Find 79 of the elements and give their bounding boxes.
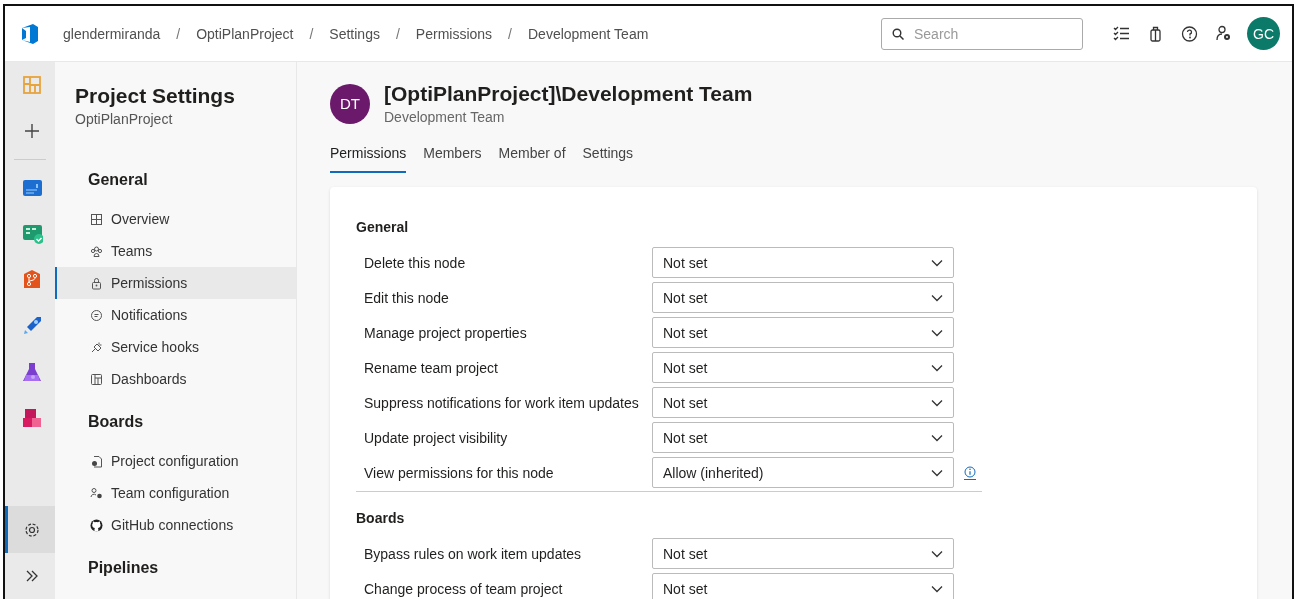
user-avatar[interactable]: GC [1247, 17, 1280, 50]
breadcrumb-link[interactable]: OptiPlanProject [196, 25, 294, 42]
permission-name: Suppress notifications for work item updates [363, 394, 640, 411]
checklist-icon [1111, 24, 1131, 43]
permission-dropdown[interactable]: Not set [652, 387, 954, 418]
chevron-down-icon [931, 398, 943, 407]
settings-button[interactable] [5, 506, 55, 553]
chevron-down-icon [931, 468, 943, 477]
info-icon [964, 465, 976, 478]
dashboard-icon [90, 372, 103, 386]
permission-name: Bypass rules on work item updates [363, 545, 583, 562]
breadcrumb-link[interactable]: Permissions [415, 25, 493, 42]
permission-dropdown[interactable]: Not set [652, 247, 954, 278]
chevron-down-icon [931, 258, 943, 267]
breadcrumb-separator: / [395, 25, 400, 42]
chat-icon [90, 308, 103, 322]
nav-item[interactable]: Notifications [55, 299, 296, 331]
permission-name: Change process of team project [363, 580, 564, 597]
nav-item[interactable]: Permissions [55, 267, 296, 299]
flask-icon [20, 360, 43, 383]
grid-icon [90, 212, 103, 226]
chevron-down-icon [931, 549, 943, 558]
permission-name: Edit this node [363, 289, 450, 306]
permission-dropdown[interactable]: Not set [652, 422, 954, 453]
permission-dropdown[interactable]: Not set [652, 317, 954, 348]
search-field[interactable]: Search [881, 17, 1083, 50]
boards-grid-icon [20, 74, 43, 97]
permission-dropdown[interactable]: Not set [652, 538, 954, 569]
user-settings-icon [1213, 24, 1233, 43]
group-subtitle: Development Team [384, 109, 506, 125]
permission-name: Manage project properties [363, 324, 528, 341]
section-heading: General [87, 171, 149, 189]
breadcrumb-separator: / [309, 25, 314, 42]
nav-item[interactable]: GitHub connections [55, 509, 296, 541]
nav-item[interactable]: Teams [55, 235, 296, 267]
tab[interactable]: Members [423, 145, 482, 173]
permission-dropdown[interactable]: Allow (inherited) [652, 457, 954, 488]
section-heading: Boards [356, 510, 406, 526]
section-heading: General [356, 219, 410, 235]
breadcrumb-link[interactable]: glendermiranda [63, 25, 161, 42]
github-icon [90, 518, 103, 532]
lock-icon [90, 276, 103, 290]
tab[interactable]: Settings [582, 145, 634, 173]
tab[interactable]: Member of [498, 145, 566, 173]
chevron-down-icon [931, 293, 943, 302]
chevron-down-icon [931, 328, 943, 337]
package-icon [20, 406, 43, 429]
permission-dropdown[interactable]: Not set [652, 352, 954, 383]
permission-name: View permissions for this node [363, 464, 555, 481]
permission-name: Rename team project [363, 359, 499, 376]
permission-name: Delete this node [363, 254, 467, 271]
help-icon [1179, 24, 1199, 43]
tab[interactable]: Permissions [330, 145, 407, 173]
nav-item[interactable]: Project configuration [55, 445, 296, 477]
logo-icon [19, 22, 41, 45]
breadcrumb-separator: / [508, 25, 512, 42]
section-heading: Boards [87, 413, 145, 431]
chevron-down-icon [931, 584, 943, 593]
permission-dropdown[interactable]: Not set [652, 282, 954, 313]
nav-item[interactable]: Team configuration [55, 477, 296, 509]
chevron-down-icon [931, 433, 943, 442]
search-icon [892, 27, 904, 40]
group-title: [OptiPlanProject]\Development Team [384, 82, 753, 106]
section-heading: Pipelines [87, 559, 160, 577]
info-link[interactable] [964, 465, 976, 480]
permission-dropdown[interactable]: Not set [652, 573, 954, 599]
group-avatar: DT [330, 83, 370, 124]
breadcrumb-separator: / [176, 25, 181, 42]
nav-item[interactable]: Service hooks [55, 331, 296, 363]
breadcrumb-link[interactable]: Settings [329, 25, 380, 42]
nav-item[interactable]: Dashboards [55, 363, 296, 395]
panel-subtitle: OptiPlanProject [74, 111, 174, 127]
permission-name: Update project visibility [363, 429, 509, 446]
people-icon [90, 244, 103, 258]
breadcrumb-link[interactable]: Development Team [528, 25, 649, 42]
plug-icon [90, 340, 103, 354]
nav-item[interactable]: Overview [55, 203, 296, 235]
panel-title: Project Settings [74, 84, 236, 108]
chevron-down-icon [931, 363, 943, 372]
